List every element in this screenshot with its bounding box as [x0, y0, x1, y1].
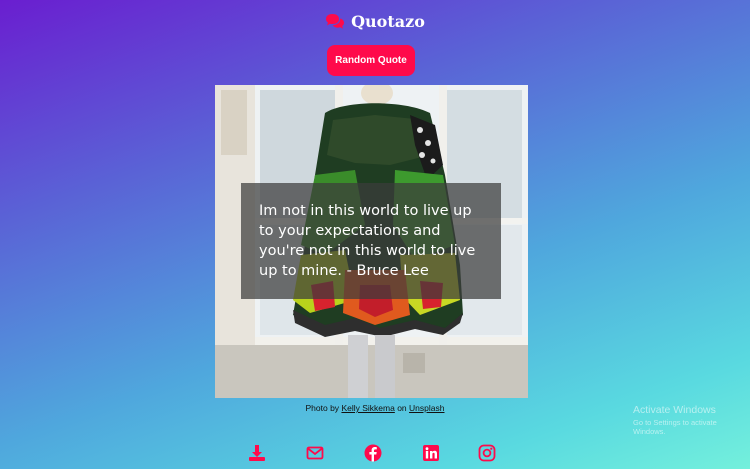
watermark-subtitle: Go to Settings to activate Windows. [633, 418, 717, 436]
comments-icon [325, 13, 345, 31]
author-link[interactable]: Kelly Sikkema [341, 403, 394, 413]
brand: Quotazo [0, 12, 750, 31]
credit-prefix: Photo by [305, 403, 340, 413]
unsplash-link[interactable]: Unsplash [409, 403, 444, 413]
linkedin-icon[interactable] [422, 444, 440, 462]
instagram-icon[interactable] [478, 444, 496, 462]
random-quote-button[interactable]: Random Quote [327, 45, 415, 76]
brand-name: Quotazo [351, 12, 425, 31]
facebook-icon[interactable] [364, 444, 382, 462]
activate-windows-watermark: Activate Windows Go to Settings to activ… [633, 404, 750, 436]
watermark-title: Activate Windows [633, 404, 716, 416]
quote-text: Im not in this world to live up to your … [259, 203, 476, 279]
mail-icon[interactable] [306, 444, 324, 462]
download-icon[interactable] [248, 444, 266, 462]
credit-middle: on [397, 403, 407, 413]
quote-box: Im not in this world to live up to your … [241, 183, 501, 299]
